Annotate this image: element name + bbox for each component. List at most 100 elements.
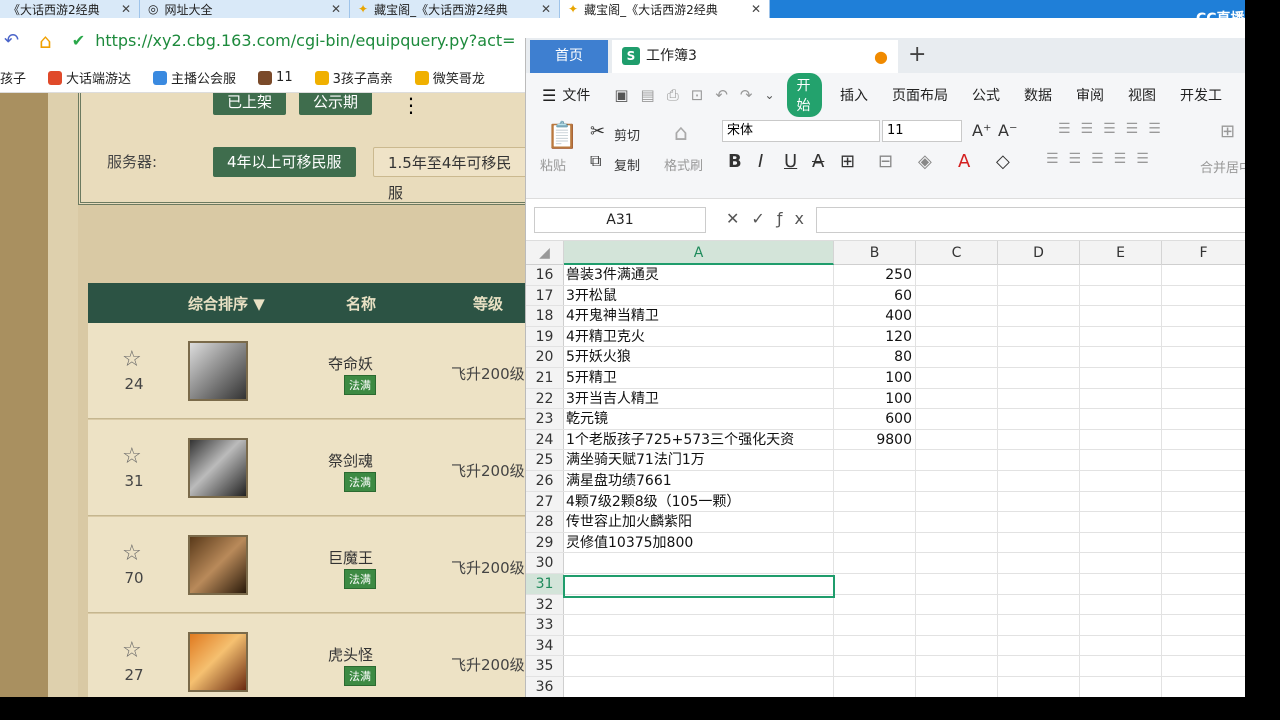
cell-e[interactable] xyxy=(1080,409,1162,429)
cell-f[interactable] xyxy=(1162,595,1245,615)
close-icon[interactable]: ✕ xyxy=(111,2,131,16)
cell-f[interactable] xyxy=(1162,265,1245,285)
select-all-corner[interactable]: ◢ xyxy=(526,241,564,265)
paste-label[interactable]: 粘贴 xyxy=(540,155,566,174)
cell-grid[interactable]: ◢ A B C D E F 16 兽装3件满通灵 250 17 3开松鼠 60 18 4开鬼神… xyxy=(526,241,1245,697)
copy-button[interactable]: 复制 xyxy=(614,155,640,174)
cell-f[interactable] xyxy=(1162,347,1245,367)
cell-f[interactable] xyxy=(1162,533,1245,553)
cell-e[interactable] xyxy=(1080,347,1162,367)
cell-e[interactable] xyxy=(1080,553,1162,573)
row-header[interactable]: 27 xyxy=(526,491,564,512)
menu-data[interactable]: 数据 xyxy=(1024,85,1052,105)
cell-e[interactable] xyxy=(1080,574,1162,594)
cell-f[interactable] xyxy=(1162,677,1245,697)
cell-a[interactable]: 4开精卫克火 xyxy=(566,326,834,347)
list-item[interactable]: ☆ 27 虎头怪 法满 飞升200级 xyxy=(88,614,530,697)
cell-b[interactable]: 400 xyxy=(834,306,916,326)
cell-b[interactable] xyxy=(834,532,916,553)
cell-e[interactable] xyxy=(1080,491,1162,512)
undo-icon[interactable]: ↶ xyxy=(715,86,728,104)
cell-a[interactable] xyxy=(566,635,834,656)
avatar[interactable] xyxy=(188,341,248,401)
cell-a[interactable]: 1个老版孩子725+573三个强化天资 xyxy=(566,429,834,450)
cell-f[interactable] xyxy=(1162,574,1245,594)
cell-a[interactable] xyxy=(566,615,834,635)
browser-tab[interactable]: ◎ 网址大全 ✕ xyxy=(140,0,350,18)
sort-dropdown[interactable]: 综合排序 ▼ xyxy=(188,293,265,314)
menu-page-layout[interactable]: 页面布局 xyxy=(892,85,948,105)
cell-b[interactable] xyxy=(834,635,916,656)
cell-e[interactable] xyxy=(1080,512,1162,532)
server-option-button[interactable]: 4年以上可移民服 xyxy=(213,147,356,177)
font-name-select[interactable]: 宋体 xyxy=(722,120,880,142)
cell-f[interactable] xyxy=(1162,306,1245,326)
cell-b[interactable] xyxy=(834,594,916,615)
list-item[interactable]: ☆ 70 巨魔王 法满 飞升200级 xyxy=(88,517,530,613)
favorite-star-icon[interactable]: ☆ xyxy=(122,347,142,372)
cell-e[interactable] xyxy=(1080,532,1162,553)
avatar[interactable] xyxy=(188,632,248,692)
cell-d[interactable] xyxy=(998,553,1080,573)
align-horizontal-icons[interactable]: ☰☰☰☰☰ xyxy=(1046,151,1159,167)
cut-button[interactable]: 剪切 xyxy=(614,125,640,144)
cell-d[interactable] xyxy=(998,574,1080,594)
quick-access-dropdown-icon[interactable]: ⌄ xyxy=(764,88,774,102)
url-input[interactable]: https://xy2.cbg.163.com/cgi-bin/equipque… xyxy=(95,31,515,50)
cell-c[interactable] xyxy=(916,574,998,594)
cell-a[interactable]: 5开妖火狼 xyxy=(566,347,834,367)
menu-developer[interactable]: 开发工 xyxy=(1180,85,1222,105)
cell-f[interactable] xyxy=(1162,286,1245,306)
cell-d[interactable] xyxy=(998,388,1080,409)
preview-icon[interactable]: ⊡ xyxy=(691,86,704,104)
strikethrough-icon[interactable]: A xyxy=(812,151,824,172)
row-header[interactable]: 30 xyxy=(526,553,564,573)
cell-d[interactable] xyxy=(998,491,1080,512)
cell-d[interactable] xyxy=(998,306,1080,326)
print-icon[interactable]: ⎙ xyxy=(667,86,679,104)
hamburger-icon[interactable]: ☰ xyxy=(542,86,556,105)
row-header[interactable]: 29 xyxy=(526,532,564,553)
item-name[interactable]: 祭剑魂 xyxy=(328,450,373,471)
cell-c[interactable] xyxy=(916,553,998,573)
cell-a[interactable]: 4开鬼神当精卫 xyxy=(566,306,834,326)
copy-icon[interactable]: ⧉ xyxy=(590,151,601,171)
favorite-star-icon[interactable]: ☆ xyxy=(122,638,142,663)
cell-d[interactable] xyxy=(998,265,1080,285)
cell-c[interactable] xyxy=(916,347,998,367)
menu-formulas[interactable]: 公式 xyxy=(972,85,1000,105)
row-header[interactable]: 32 xyxy=(526,594,564,615)
cell-b[interactable] xyxy=(834,471,916,491)
menu-home[interactable]: 开始 xyxy=(786,73,822,117)
column-header[interactable]: F xyxy=(1162,241,1245,265)
avatar[interactable] xyxy=(188,438,248,498)
item-name[interactable]: 虎头怪 xyxy=(328,644,373,665)
bookmark-item[interactable]: 大话端游达 xyxy=(48,68,131,87)
cell-e[interactable] xyxy=(1080,368,1162,388)
server-option-button[interactable]: 1.5年至4年可移民服 xyxy=(373,147,530,202)
cell-d[interactable] xyxy=(998,677,1080,697)
bookmark-item[interactable]: 3孩子高亲 xyxy=(314,68,393,87)
filter-button[interactable]: 已上架 xyxy=(213,93,287,115)
close-icon[interactable]: ✕ xyxy=(741,2,761,16)
cell-a[interactable]: 3开松鼠 xyxy=(566,285,834,306)
browser-tab-active[interactable]: ✦ 藏宝阁_《大话西游2经典 ✕ xyxy=(560,0,770,18)
underline-icon[interactable]: U xyxy=(784,151,797,172)
row-header[interactable]: 28 xyxy=(526,512,564,532)
cell-b[interactable] xyxy=(834,512,916,532)
format-painter-button[interactable]: 格式刷 xyxy=(664,155,703,174)
row-header[interactable]: 35 xyxy=(526,656,564,676)
menu-review[interactable]: 审阅 xyxy=(1076,85,1104,105)
align-top-icons[interactable]: ☰☰☰☰☰ xyxy=(1058,121,1171,137)
close-icon[interactable]: ✕ xyxy=(531,2,551,16)
cell-c[interactable] xyxy=(916,471,998,491)
save-icon[interactable]: ▣ xyxy=(614,86,628,104)
menu-view[interactable]: 视图 xyxy=(1128,85,1156,105)
row-header[interactable]: 18 xyxy=(526,306,564,326)
column-header[interactable]: A xyxy=(564,241,834,265)
cell-c[interactable] xyxy=(916,388,998,409)
cell-b[interactable] xyxy=(834,491,916,512)
fill-style-icon[interactable]: ⊟ xyxy=(878,151,893,172)
cell-b[interactable]: 600 xyxy=(834,409,916,429)
cell-d[interactable] xyxy=(998,409,1080,429)
